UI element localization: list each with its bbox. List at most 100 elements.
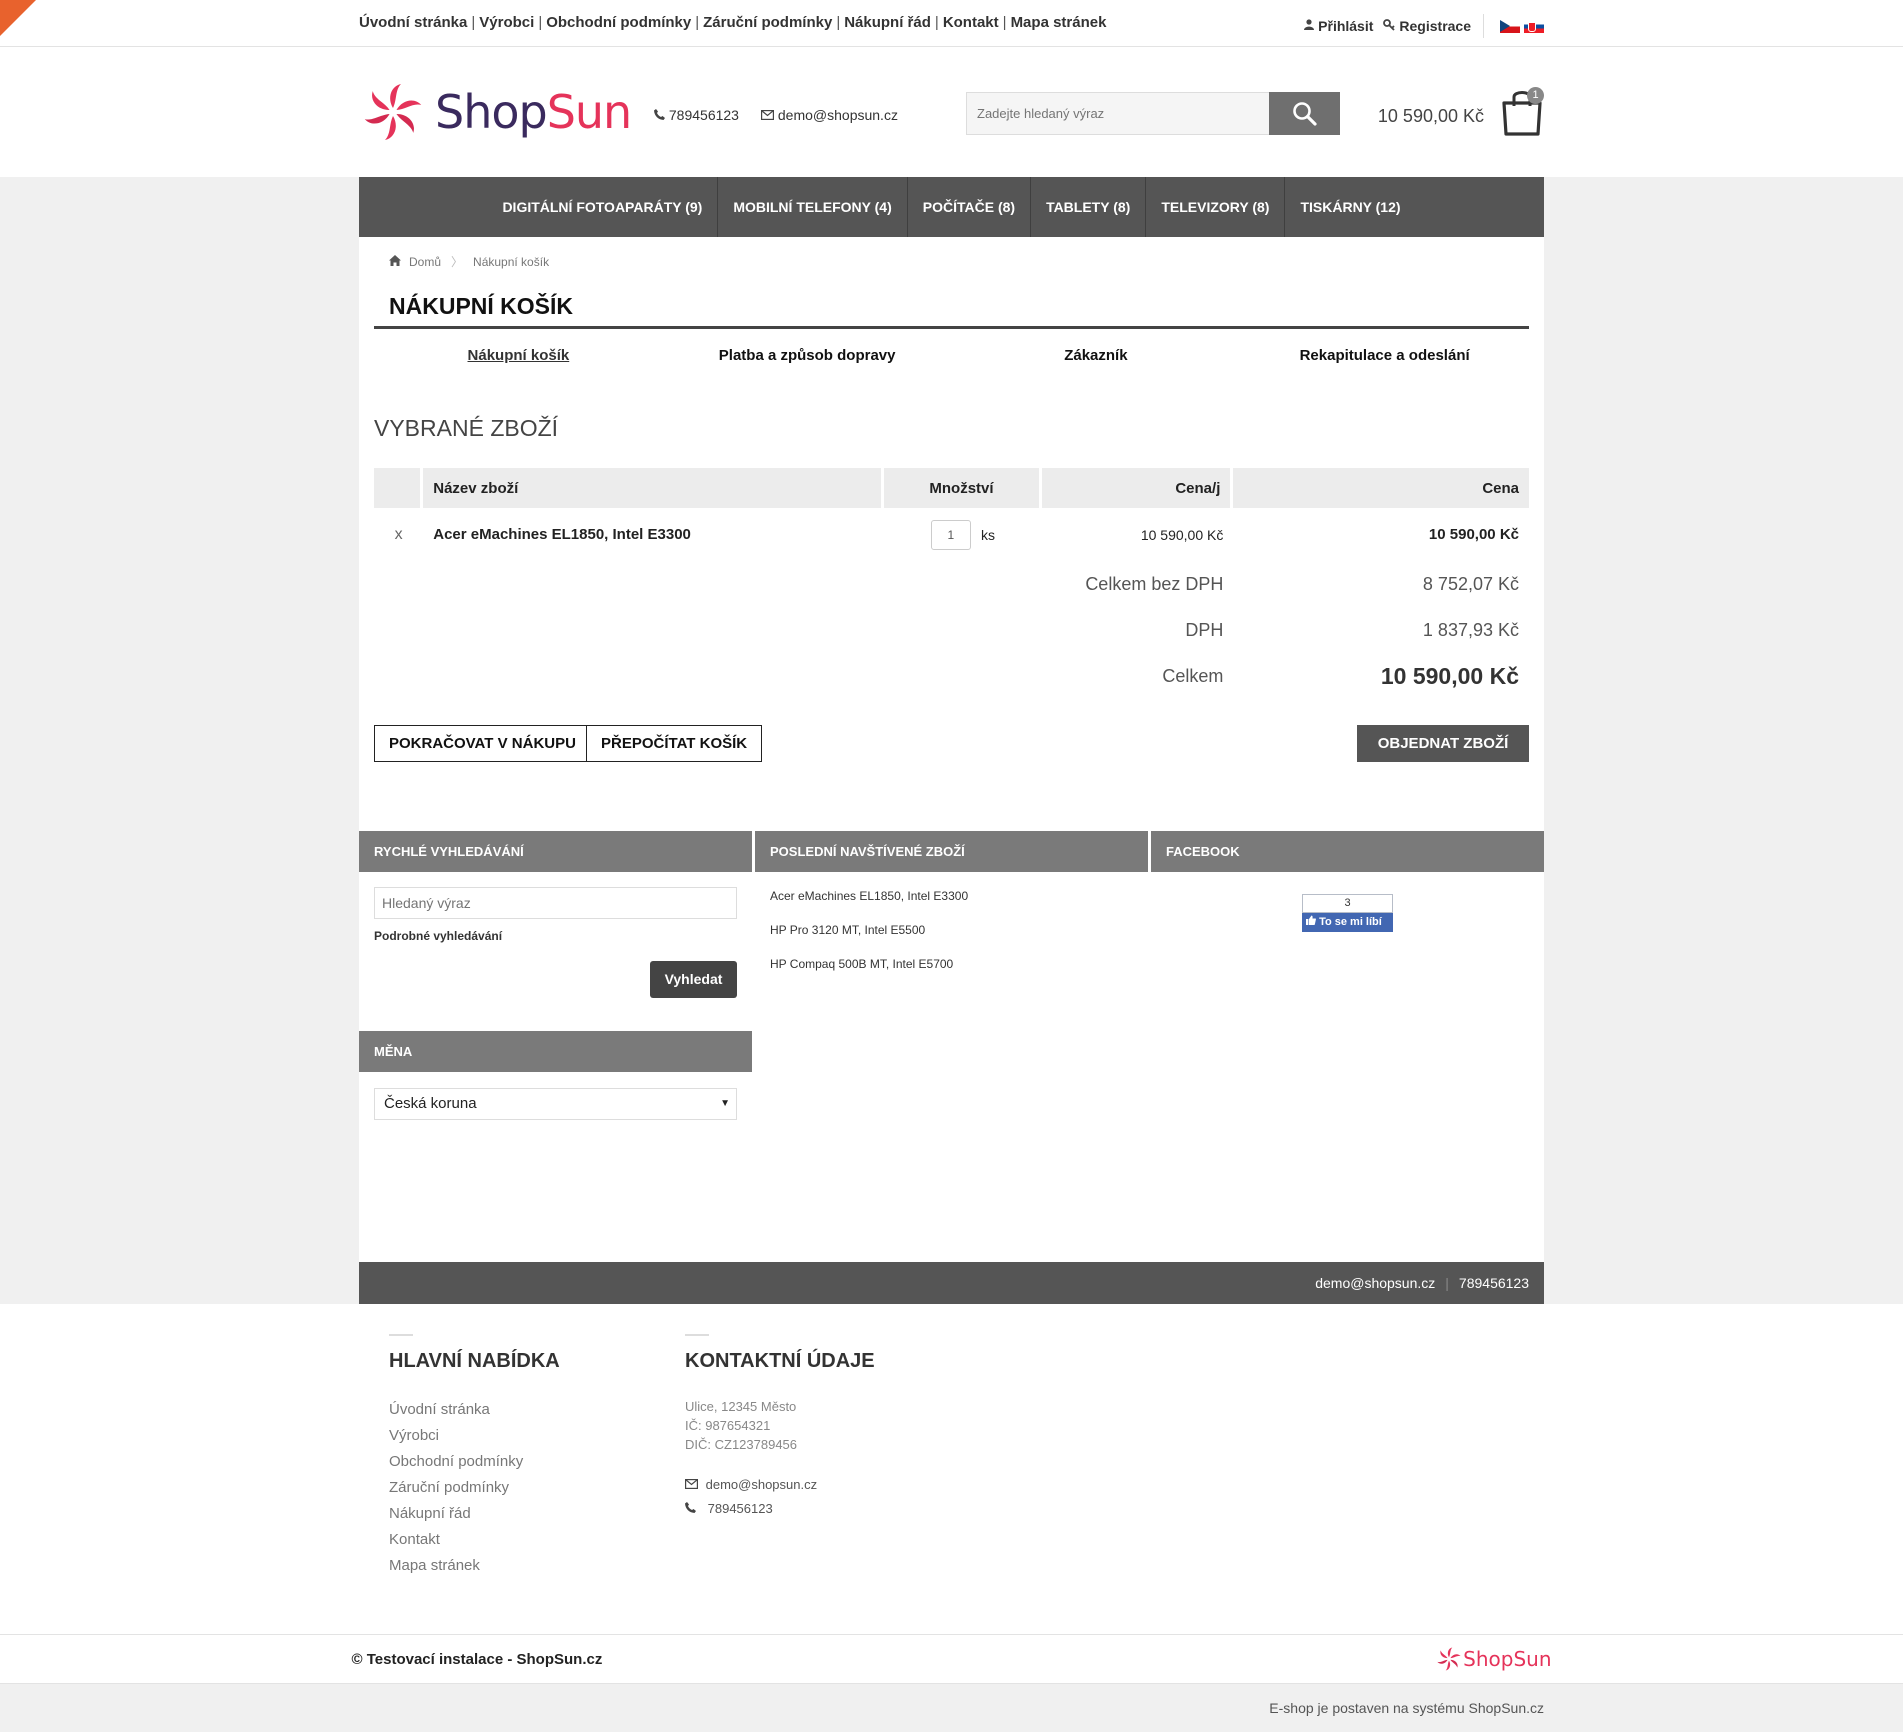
continue-shopping-button[interactable]: POKRAČOVAT V NÁKUPU: [374, 725, 591, 762]
envelope-icon: [685, 1477, 702, 1492]
footer-link-terms[interactable]: Obchodní podmínky: [389, 1449, 560, 1475]
sun-logo-icon: [1437, 1647, 1461, 1671]
currency-select[interactable]: Česká koruna ▼: [374, 1088, 737, 1120]
account-links: Přihlásit Registrace: [1304, 14, 1544, 38]
nav-tvs[interactable]: TELEVIZORY (8): [1146, 177, 1286, 237]
like-count: 3: [1302, 894, 1393, 913]
breadcrumb-current: Nákupní košík: [473, 254, 550, 269]
header-search-button[interactable]: [1269, 92, 1340, 135]
top-link-home[interactable]: Úvodní stránka: [359, 14, 467, 31]
step-payment-shipping[interactable]: Platba a způsob dopravy: [663, 347, 952, 364]
quantity-input[interactable]: [930, 519, 971, 550]
header-email-link[interactable]: demo@shopsun.cz: [778, 107, 898, 123]
quick-search-input[interactable]: [374, 887, 737, 919]
header-remove: [374, 468, 424, 508]
nav-cameras[interactable]: DIGITÁLNÍ FOTOAPARÁTY (9): [487, 177, 719, 237]
powered-by-bar: E-shop je postaven na systému ShopSun.cz: [0, 1684, 1903, 1732]
copyright-text: © Testovací instalace - ShopSun.cz: [351, 1651, 603, 1668]
top-bar: Úvodní stránka | Výrobci | Obchodní podmínky…: [0, 0, 1903, 47]
header: ShopSun 789456123 demo@shopsun.cz 10 590…: [0, 47, 1903, 177]
step-summary[interactable]: Rekapitulace a odeslání: [1240, 347, 1529, 364]
cart-table-header: Název zboží Množství Cena/j Cena: [374, 468, 1529, 508]
nav-printers[interactable]: TISKÁRNY (12): [1285, 177, 1415, 237]
header-search: [966, 92, 1340, 135]
header-phone: 789456123: [654, 107, 739, 123]
flag-sk-icon[interactable]: [1524, 19, 1544, 33]
footer-ic: IČ: 987654321: [685, 1418, 771, 1433]
footer-logo[interactable]: ShopSun: [1435, 1647, 1552, 1671]
remove-item-button[interactable]: x: [374, 508, 423, 561]
advanced-search-link[interactable]: Podrobné vyhledávání: [374, 929, 502, 943]
main-content: DIGITÁLNÍ FOTOAPARÁTY (9) MOBILNÍ TELEFO…: [359, 177, 1544, 1304]
step-cart[interactable]: Nákupní košík: [374, 347, 663, 364]
footer-bar-email[interactable]: demo@shopsun.cz: [1315, 1275, 1435, 1291]
breadcrumb: Domů 〉 Nákupní košík: [389, 253, 549, 270]
footer-main-menu: HLAVNÍ NABÍDKA Úvodní stránka Výrobci Ob…: [389, 1334, 560, 1579]
logo-text: ShopSun: [435, 85, 632, 139]
header-unit-price: Cena/j: [1041, 468, 1234, 508]
total-label: Celkem: [1162, 665, 1224, 686]
footer-link-sitemap[interactable]: Mapa stránek: [389, 1553, 560, 1579]
footer-bar-phone: 789456123: [1458, 1275, 1529, 1291]
phone-icon: [654, 107, 669, 123]
no-vat-label: Celkem bez DPH: [1085, 573, 1224, 594]
top-link-shopping-rules[interactable]: Nákupní řád: [844, 14, 931, 31]
flag-cz-icon[interactable]: [1500, 19, 1520, 33]
top-links: Úvodní stránka | Výrobci | Obchodní podmínky…: [359, 14, 1107, 31]
vat-label: DPH: [1185, 619, 1224, 640]
nav-computers[interactable]: POČÍTAČE (8): [908, 177, 1032, 237]
nav-phones[interactable]: MOBILNÍ TELEFONY (4): [718, 177, 908, 237]
vat-value: 1 837,93 Kč: [1422, 619, 1519, 640]
quick-search-title: RYCHLÉ VYHLEDÁVÁNÍ: [359, 831, 752, 872]
footer-link-home[interactable]: Úvodní stránka: [389, 1397, 560, 1423]
row-price: 10 590,00 Kč: [1428, 526, 1519, 543]
top-link-sitemap[interactable]: Mapa stránek: [1011, 14, 1107, 31]
no-vat-value: 8 752,07 Kč: [1422, 573, 1519, 594]
footer: HLAVNÍ NABÍDKA Úvodní stránka Výrobci Ob…: [0, 1304, 1903, 1634]
summary-vat: DPH 1 837,93 Kč: [374, 607, 1529, 653]
quick-search-button[interactable]: Vyhledat: [650, 961, 737, 998]
footer-link-contact[interactable]: Kontakt: [389, 1527, 560, 1553]
recent-item[interactable]: Acer eMachines EL1850, Intel E3300: [770, 889, 968, 903]
recent-item[interactable]: HP Compaq 500B MT, Intel E5700: [770, 957, 953, 971]
chevron-right-icon: 〉: [451, 255, 464, 269]
powered-by-text: E-shop je postaven na systému ShopSun.cz: [1269, 1700, 1544, 1716]
facebook-like-button[interactable]: To se mi líbí: [1302, 913, 1393, 932]
register-link[interactable]: Registrace: [1399, 18, 1471, 34]
top-link-warranty[interactable]: Záruční podmínky: [703, 14, 832, 31]
footer-link-shopping-rules[interactable]: Nákupní řád: [389, 1501, 560, 1527]
divider: [1483, 14, 1484, 38]
breadcrumb-home[interactable]: Domů: [409, 255, 441, 269]
login-link[interactable]: Přihlásit: [1318, 18, 1373, 34]
header-search-input[interactable]: [967, 93, 1267, 134]
section-title: VYBRANÉ ZBOŽÍ: [374, 415, 559, 441]
top-link-terms[interactable]: Obchodní podmínky: [546, 14, 691, 31]
footer-email: demo@shopsun.cz: [685, 1473, 875, 1497]
copyright-bar: © Testovací instalace - ShopSun.cz ShopS…: [0, 1634, 1903, 1684]
footer-contact-title: KONTAKTNÍ ÚDAJE: [685, 1350, 875, 1372]
header-qty: Množství: [884, 468, 1042, 508]
top-link-manufacturers[interactable]: Výrobci: [479, 14, 534, 31]
recent-item[interactable]: HP Pro 3120 MT, Intel E5500: [770, 923, 925, 937]
footer-phone: 789456123: [685, 1497, 875, 1521]
shopsun-logo[interactable]: ShopSun: [359, 83, 632, 141]
footer-dic: DIČ: CZ123789456: [685, 1437, 798, 1452]
summary-no-vat: Celkem bez DPH 8 752,07 Kč: [374, 561, 1529, 607]
header-email: demo@shopsun.cz: [761, 107, 898, 123]
nav-tablets[interactable]: TABLETY (8): [1031, 177, 1147, 237]
footer-email-link[interactable]: demo@shopsun.cz: [706, 1477, 817, 1492]
cart-total[interactable]: 10 590,00 Kč: [1378, 106, 1484, 127]
main-wrapper: DIGITÁLNÍ FOTOAPARÁTY (9) MOBILNÍ TELEFO…: [0, 177, 1903, 1304]
top-link-contact[interactable]: Kontakt: [943, 14, 999, 31]
product-name[interactable]: Acer eMachines EL1850, Intel E3300: [423, 508, 884, 561]
footer-link-warranty[interactable]: Záruční podmínky: [389, 1475, 560, 1501]
search-icon: [1292, 101, 1317, 126]
total-value: 10 590,00 Kč: [1380, 662, 1519, 689]
thumbs-up-icon: [1306, 915, 1319, 928]
order-button[interactable]: OBJEDNAT ZBOŽÍ: [1357, 725, 1529, 762]
caret-down-icon: ▼: [720, 1098, 730, 1109]
facebook-title: FACEBOOK: [1151, 831, 1544, 872]
step-customer[interactable]: Zákazník: [952, 347, 1241, 364]
footer-link-manufacturers[interactable]: Výrobci: [389, 1423, 560, 1449]
recalculate-cart-button[interactable]: PŘEPOČÍTAT KOŠÍK: [586, 725, 763, 762]
